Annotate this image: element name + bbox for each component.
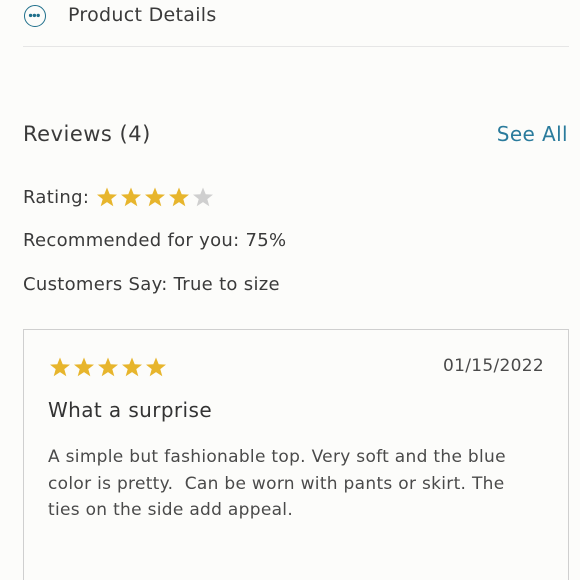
customers-say-text: Customers Say: True to size bbox=[23, 274, 280, 295]
rating-stars bbox=[95, 186, 215, 208]
review-body: A simple but fashionable top. Very soft … bbox=[48, 447, 512, 520]
star-filled-icon bbox=[74, 357, 94, 377]
star-filled-icon bbox=[121, 187, 142, 207]
product-details-label[interactable]: Product Details bbox=[68, 4, 217, 26]
review-card: 01/15/2022 What a surprise A simple but … bbox=[23, 329, 569, 580]
star-filled-icon bbox=[97, 187, 118, 207]
star-filled-icon bbox=[50, 357, 70, 377]
star-filled-icon bbox=[169, 187, 190, 207]
see-all-link[interactable]: See All bbox=[497, 122, 568, 146]
review-date: 01/15/2022 bbox=[443, 356, 544, 376]
rating-summary: Rating: bbox=[23, 186, 215, 208]
star-filled-icon bbox=[98, 357, 118, 377]
review-title: What a surprise bbox=[48, 398, 213, 422]
review-rating-stars bbox=[48, 356, 168, 378]
star-empty-icon bbox=[193, 187, 214, 207]
star-filled-icon bbox=[122, 357, 142, 377]
product-details-row[interactable]: Product Details bbox=[23, 0, 569, 47]
rating-label: Rating: bbox=[23, 186, 90, 208]
reviews-heading: Reviews (4) bbox=[23, 122, 151, 146]
star-filled-icon bbox=[145, 187, 166, 207]
product-reviews-page: Product Details Reviews (4) See All Rati… bbox=[0, 0, 580, 580]
star-filled-icon bbox=[146, 357, 166, 377]
recommended-text: Recommended for you: 75% bbox=[23, 230, 287, 251]
more-dots-icon[interactable] bbox=[24, 5, 46, 27]
